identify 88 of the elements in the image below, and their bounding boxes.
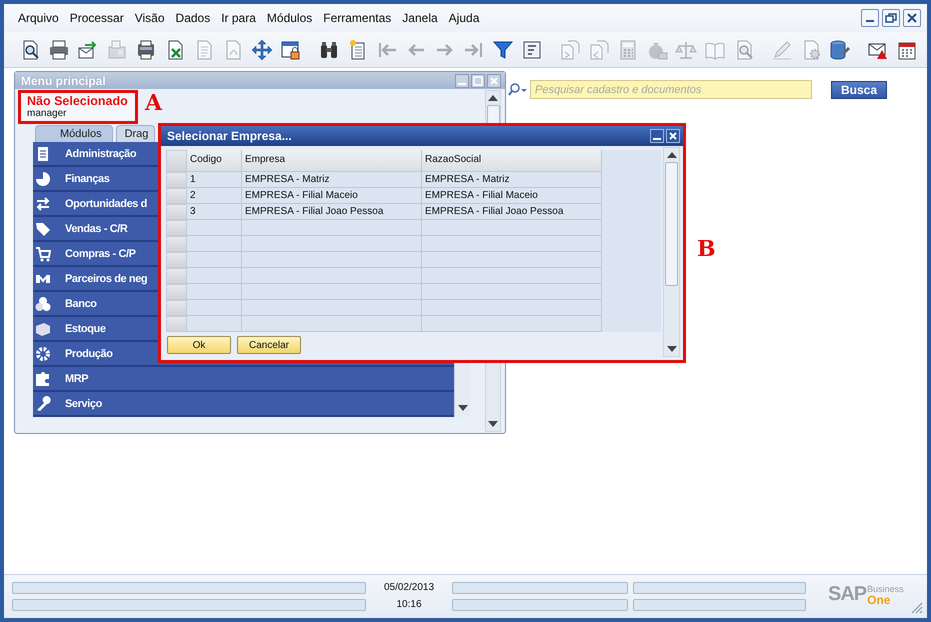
menu-item[interactable]: Ir para — [221, 11, 256, 25]
row-header — [166, 150, 187, 172]
ok-button[interactable]: Ok — [167, 336, 231, 354]
dialog-title: Selecionar Empresa... — [167, 129, 292, 143]
row-header[interactable] — [166, 268, 187, 284]
table-cell: EMPRESA - Filial Maceio — [422, 188, 602, 204]
table-cell: 3 — [187, 204, 242, 220]
search-button[interactable]: Busca — [831, 81, 887, 99]
row-header[interactable] — [166, 204, 187, 220]
scroll-down-icon[interactable] — [458, 405, 468, 411]
maximize-icon[interactable] — [471, 74, 485, 88]
pie-chart-icon — [35, 170, 51, 186]
logo-brand: SAP — [828, 583, 866, 606]
minimize-icon[interactable] — [650, 129, 664, 143]
row-header[interactable] — [166, 188, 187, 204]
coins-icon — [35, 296, 51, 312]
tag-icon — [35, 220, 51, 236]
scroll-down-icon[interactable] — [666, 346, 676, 352]
sort-icon[interactable] — [521, 38, 543, 60]
row-header[interactable] — [166, 316, 187, 332]
logo-text: One — [867, 594, 892, 606]
scrollbar[interactable] — [663, 147, 680, 357]
scroll-thumb[interactable] — [665, 162, 678, 286]
envelope-arrows-icon[interactable] — [77, 38, 99, 60]
table-cell: EMPRESA - Matriz — [422, 172, 602, 188]
restore-icon[interactable] — [882, 9, 900, 27]
gear-icon — [35, 346, 51, 362]
column-header: RazaoSocial — [422, 150, 602, 172]
menu-item[interactable]: Módulos — [266, 11, 312, 25]
printer-icon[interactable] — [48, 38, 70, 60]
annotation-label: B — [697, 238, 716, 260]
row-header[interactable] — [166, 284, 187, 300]
table-cell: EMPRESA - Filial Joao Pessoa — [422, 204, 602, 220]
table-cell — [187, 316, 242, 332]
close-icon[interactable] — [903, 9, 921, 27]
row-header[interactable] — [166, 236, 187, 252]
close-icon[interactable] — [666, 129, 680, 143]
user-name: manager — [27, 108, 68, 119]
cancel-button[interactable]: Cancelar — [237, 336, 301, 354]
menu-item[interactable]: Ajuda — [448, 11, 480, 25]
tab[interactable]: Drag — [116, 125, 156, 143]
printer-icon[interactable] — [135, 38, 157, 60]
table-cell — [187, 300, 242, 316]
table-cell — [187, 252, 242, 268]
table-cell — [187, 284, 242, 300]
company-name: Não Selecionado — [27, 94, 129, 108]
menu-item[interactable]: Dados — [176, 11, 210, 25]
table-cell — [187, 236, 242, 252]
menu-item[interactable]: Visão — [134, 11, 165, 25]
box-icon — [35, 320, 51, 336]
row-header[interactable] — [166, 252, 187, 268]
status-date: 05/02/2013 — [382, 582, 436, 593]
module-item[interactable]: MRP — [33, 367, 454, 392]
scroll-up-icon[interactable] — [488, 95, 498, 101]
puzzle-icon — [35, 370, 51, 386]
row-header[interactable] — [166, 220, 187, 236]
table-cell: EMPRESA - Filial Joao Pessoa — [242, 204, 422, 220]
annotation-label: A — [145, 92, 162, 114]
table-cell: EMPRESA - Matriz — [242, 172, 422, 188]
status-time: 10:16 — [395, 599, 423, 610]
column-header: Empresa — [242, 150, 422, 172]
move-arrows-icon[interactable] — [251, 38, 273, 60]
table-cell — [187, 268, 242, 284]
filter-icon[interactable] — [492, 38, 514, 60]
cart-icon — [35, 246, 51, 262]
column-header: Codigo — [187, 150, 242, 172]
logo-text: Business — [867, 584, 904, 594]
table-cell: EMPRESA - Filial Maceio — [242, 188, 422, 204]
window-lock-icon[interactable] — [280, 38, 302, 60]
resize-grip-icon[interactable] — [909, 600, 923, 614]
tab[interactable]: Módulos — [35, 125, 113, 143]
arrows-icon — [35, 196, 51, 212]
row-header[interactable] — [166, 172, 187, 188]
scroll-down-icon[interactable] — [488, 421, 498, 427]
module-item[interactable]: Serviço — [33, 392, 454, 417]
row-header[interactable] — [166, 300, 187, 316]
table-cell — [187, 220, 242, 236]
scroll-up-icon[interactable] — [666, 152, 676, 158]
search-field[interactable]: Pesquisar cadastro e documentos — [530, 80, 812, 99]
database-icon[interactable] — [829, 38, 851, 60]
menu-item[interactable]: Processar — [70, 11, 124, 25]
menu-item[interactable]: Ferramentas — [323, 11, 392, 25]
table-cell: 1 — [187, 172, 242, 188]
menu-item[interactable]: Arquivo — [18, 11, 59, 25]
menu-item[interactable]: Janela — [402, 11, 438, 25]
minimize-icon[interactable] — [861, 9, 879, 27]
window-title: Menu principal — [21, 74, 106, 88]
table-cell: 2 — [187, 188, 242, 204]
